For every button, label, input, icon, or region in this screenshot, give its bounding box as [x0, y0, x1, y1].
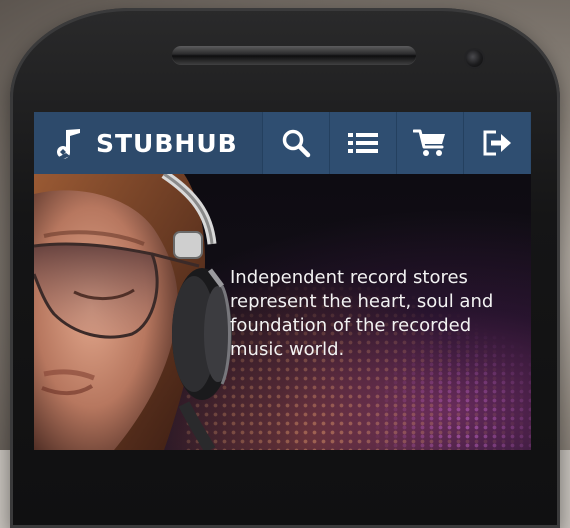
list-icon [348, 133, 378, 153]
top-navbar: STUBHUB [34, 112, 531, 174]
brand-name: STUBHUB [96, 128, 238, 158]
cart-button[interactable] [396, 112, 463, 174]
hero-banner: Independent record stores represent the … [34, 174, 531, 450]
logout-button[interactable] [463, 112, 530, 174]
hero-image-woman-with-headphones [34, 174, 232, 450]
cart-icon [413, 129, 445, 156]
phone-front-camera [466, 50, 483, 67]
logout-icon [483, 130, 511, 156]
phone-screen: STUBHUB Independent record stores repres… [34, 112, 531, 450]
brand-logo[interactable]: STUBHUB [34, 112, 262, 174]
phone-speaker-grille [172, 46, 416, 64]
hero-tagline: Independent record stores represent the … [230, 267, 494, 360]
search-icon [282, 129, 311, 158]
music-note-icon [57, 129, 80, 159]
search-button[interactable] [262, 112, 329, 174]
menu-list-button[interactable] [329, 112, 396, 174]
